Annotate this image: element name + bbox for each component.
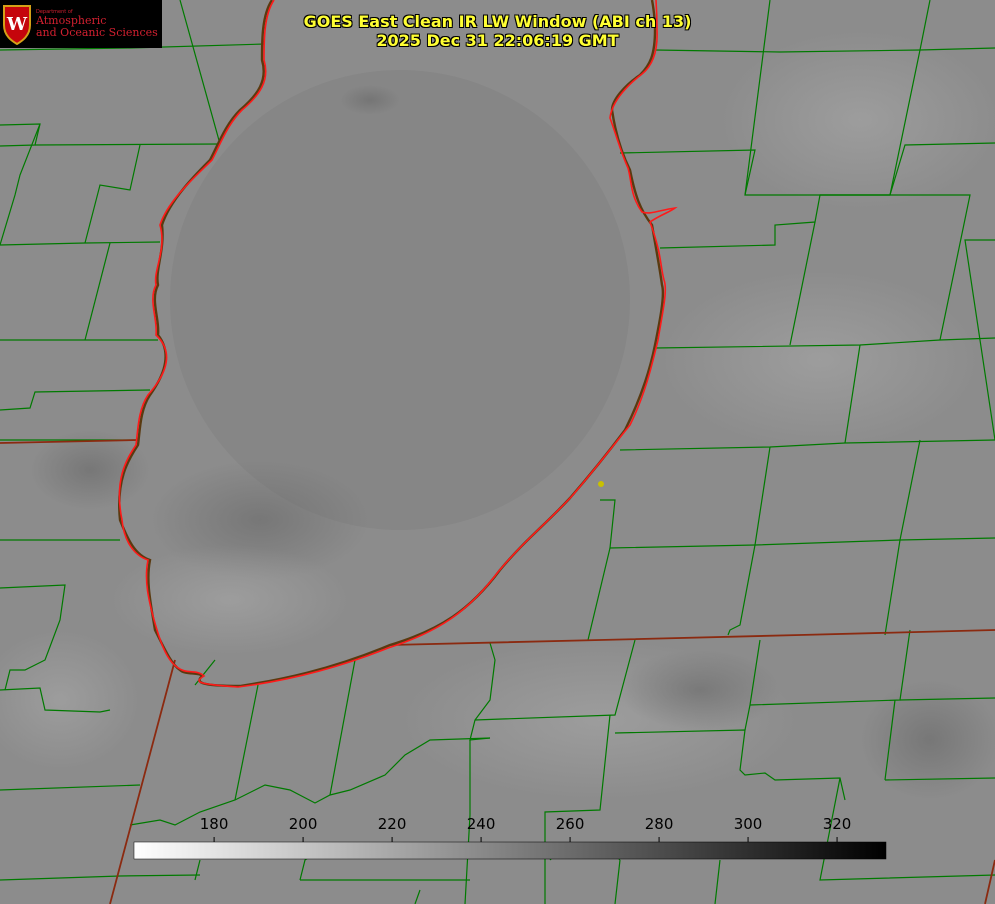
colorbar-tick-label: 200 <box>288 815 318 833</box>
uw-aos-logo: W Department of Atmospheric and Oceanic … <box>0 0 162 48</box>
colorbar-tick-label: 300 <box>733 815 763 833</box>
colorbar-gradient <box>133 841 887 860</box>
logo-text: Department of Atmospheric and Oceanic Sc… <box>36 9 158 39</box>
colorbar-tick-label: 320 <box>822 815 852 833</box>
logo-line2: and Oceanic Sciences <box>36 25 158 39</box>
satellite-map <box>0 0 995 904</box>
title-timestamp: 2025 Dec 31 22:06:19 GMT <box>376 31 619 50</box>
colorbar-tick-label: 180 <box>199 815 229 833</box>
logo-line1: Atmospheric <box>36 14 107 28</box>
station-marker <box>598 481 604 487</box>
colorbar-tick-label: 260 <box>555 815 585 833</box>
colorbar-tick-label: 220 <box>377 815 407 833</box>
image-title: GOES East Clean IR LW Window (ABI ch 13)… <box>250 12 745 50</box>
crest-letter: W <box>6 14 28 35</box>
title-line1: GOES East Clean IR LW Window (ABI ch 13) <box>303 12 692 31</box>
colorbar-tick-label: 240 <box>466 815 496 833</box>
colorbar-tick-label: 280 <box>644 815 674 833</box>
satellite-imagery <box>0 0 995 904</box>
uw-crest-icon: W <box>3 5 31 45</box>
